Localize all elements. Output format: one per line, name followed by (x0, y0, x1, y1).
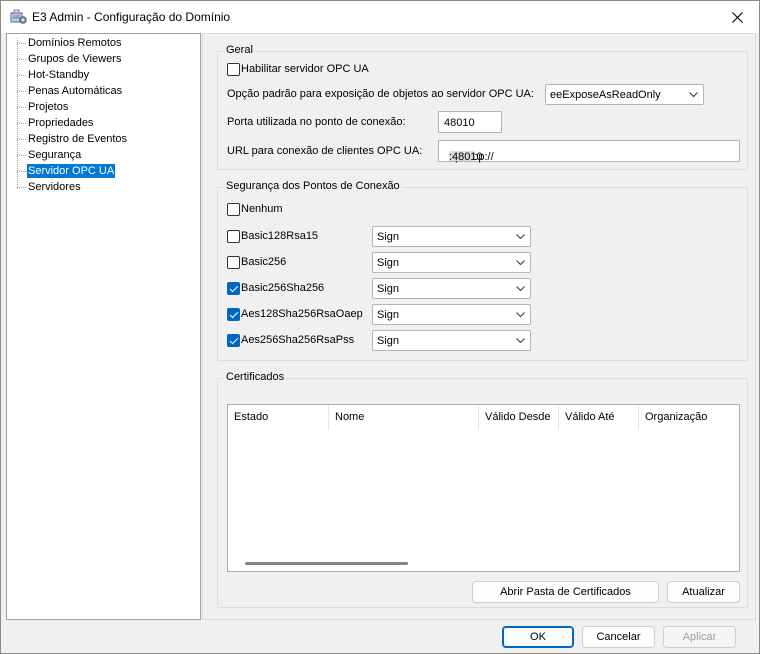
chevron-down-icon (516, 338, 525, 344)
tree-item-label: Projetos (28, 101, 69, 113)
policy-checkbox[interactable] (227, 256, 240, 269)
tree-item-label: Penas Automáticas (28, 85, 123, 97)
port-value: 48010 (444, 117, 475, 129)
certificates-group-title: Certificados (224, 371, 287, 383)
ok-button[interactable]: OK (502, 626, 574, 648)
tree-item[interactable]: Propriedades (7, 116, 197, 130)
tree-item-label: Registro de Eventos (28, 133, 128, 145)
certificates-list-header: Estado Nome Válido Desde Válido Até Organiza… (228, 405, 739, 430)
certificates-group: Certificados Estado Nome Válido Desde Válid… (217, 371, 748, 608)
dialog-window: E3 Admin - Configuração do Domínio Domín… (0, 0, 760, 654)
tree-item-label: Domínios Remotos (28, 37, 122, 49)
security-group-title: Segurança dos Pontos de Conexão (224, 180, 402, 192)
open-certificates-folder-button[interactable]: Abrir Pasta de Certificados (472, 581, 659, 603)
policy-checkbox[interactable] (227, 282, 240, 295)
tree-item[interactable]: Projetos (7, 100, 197, 114)
chevron-down-icon (516, 286, 525, 292)
tree-item[interactable]: Penas Automáticas (7, 84, 197, 98)
tree-item[interactable]: Segurança (7, 148, 197, 162)
policy-label: Basic256 (241, 256, 287, 268)
title-bar: E3 Admin - Configuração do Domínio (1, 1, 759, 33)
port-label: Porta utilizada no ponto de conexão: (227, 116, 406, 128)
general-group-title: Geral (224, 44, 255, 56)
tree-connector (17, 155, 26, 156)
none-policy-checkbox[interactable] (227, 203, 240, 216)
policy-mode-select[interactable]: Sign (372, 278, 531, 299)
policy-label: Basic256Sha256 (241, 282, 325, 294)
port-input[interactable]: 48010 (438, 111, 502, 133)
window-title: E3 Admin - Configuração do Domínio (32, 10, 231, 24)
tree-item[interactable]: Grupos de Viewers (7, 52, 197, 66)
tree-connector (17, 139, 26, 140)
apply-button[interactable]: Aplicar (663, 626, 736, 648)
chevron-down-icon (516, 234, 525, 240)
policy-mode-value: Sign (377, 257, 400, 269)
settings-tree[interactable]: Domínios Remotos Grupos de Viewers Hot-Sta… (6, 33, 201, 620)
tree-item-label: Grupos de Viewers (28, 53, 122, 65)
column-header[interactable]: Válido Desde (479, 405, 559, 430)
general-group: Geral Habilitar servidor OPC UA Opção pa… (217, 44, 748, 170)
tree-connector (17, 187, 26, 188)
column-header[interactable]: Válido Até (559, 405, 639, 430)
expose-option-value: eeExposeAsReadOnly (550, 89, 661, 101)
policy-checkbox[interactable] (227, 230, 240, 243)
policy-mode-select[interactable]: Sign (372, 226, 531, 247)
app-icon (10, 9, 27, 24)
column-header[interactable]: Nome (329, 405, 479, 430)
tree-item-label: Segurança (28, 149, 82, 161)
cancel-button[interactable]: Cancelar (582, 626, 655, 648)
opc-ua-settings-panel: Geral Habilitar servidor OPC UA Opção pa… (202, 33, 756, 620)
chevron-down-icon (689, 92, 698, 98)
expose-option-label: Opção padrão para exposição de objetos a… (227, 88, 534, 100)
tree-connector (17, 107, 26, 108)
tree-connector (17, 91, 26, 92)
tree-item[interactable]: Servidores (7, 180, 197, 194)
certificates-list[interactable]: Estado Nome Válido Desde Válido Até Organiza… (227, 404, 740, 572)
horizontal-scrollbar[interactable] (245, 562, 408, 565)
column-header[interactable]: Estado (228, 405, 329, 430)
refresh-button[interactable]: Atualizar (667, 581, 740, 603)
tree-item[interactable]: Hot-Standby (7, 68, 197, 82)
policy-mode-select[interactable]: Sign (372, 304, 531, 325)
policy-label: Aes256Sha256RsaPss (241, 334, 355, 346)
chevron-down-icon (516, 260, 525, 266)
policy-mode-value: Sign (377, 231, 400, 243)
policy-checkbox[interactable] (227, 334, 240, 347)
tree-item[interactable]: Servidor OPC UA (7, 164, 197, 178)
tree-item-label: Servidores (28, 181, 81, 193)
enable-opc-ua-label: Habilitar servidor OPC UA (241, 63, 369, 75)
enable-opc-ua-checkbox[interactable] (227, 63, 240, 76)
policy-mode-value: Sign (377, 283, 400, 295)
tree-connector (17, 123, 26, 124)
chevron-down-icon (516, 312, 525, 318)
column-header[interactable]: Organização (639, 405, 739, 430)
url-label: URL para conexão de clientes OPC UA: (227, 145, 423, 157)
policy-label: Aes128Sha256RsaOaep (241, 308, 363, 320)
policy-checkbox[interactable] (227, 308, 240, 321)
url-suffix: :48010 (449, 151, 483, 163)
tree-item-label: Hot-Standby (28, 69, 90, 81)
security-group: Segurança dos Pontos de Conexão Nenhum B… (217, 180, 748, 361)
tree-item-label: Servidor OPC UA (27, 164, 116, 178)
policy-mode-value: Sign (377, 309, 400, 321)
tree-item[interactable]: Registro de Eventos (7, 132, 197, 146)
tree-connector (17, 43, 26, 44)
tree-item[interactable]: Domínios Remotos (7, 36, 197, 50)
policy-label: Basic128Rsa15 (241, 230, 319, 242)
tree-item-label: Propriedades (28, 117, 94, 129)
expose-option-select[interactable]: eeExposeAsReadOnly (545, 84, 704, 105)
tree-connector (17, 75, 26, 76)
none-policy-label: Nenhum (241, 203, 283, 215)
close-icon (731, 11, 743, 23)
tree-connector (17, 171, 26, 172)
url-input[interactable]: opc.tcp://:48010 (438, 140, 740, 163)
policy-mode-select[interactable]: Sign (372, 252, 531, 273)
policy-mode-value: Sign (377, 335, 400, 347)
close-button[interactable] (715, 1, 759, 33)
policy-mode-select[interactable]: Sign (372, 330, 531, 351)
tree-connector (17, 59, 26, 60)
